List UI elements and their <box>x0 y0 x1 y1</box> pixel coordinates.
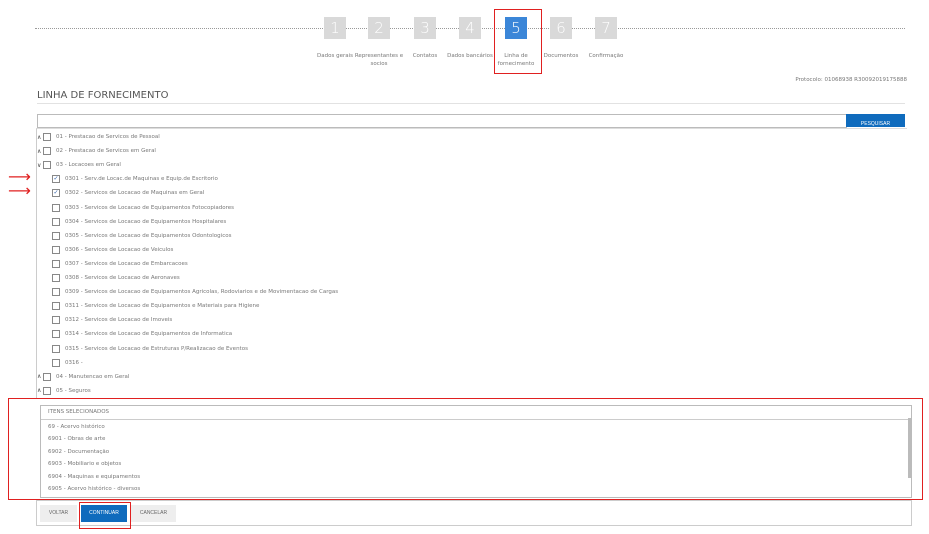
tree-item: ✓ 0302 - Servicos de Locacao de Maquinas … <box>52 188 204 198</box>
tree-item: ∧ 02 - Prestacao de Servicos em Geral <box>37 146 156 156</box>
annotation-highlight-continue <box>79 502 131 529</box>
tree-item: 0303 - Servicos de Locacao de Equipament… <box>52 203 234 213</box>
checkbox[interactable]: ✓ <box>52 189 60 198</box>
checkbox[interactable] <box>43 386 51 395</box>
checkbox[interactable] <box>52 274 60 282</box>
expand-icon[interactable]: ∧ <box>37 387 42 394</box>
tree-item: 0312 - Servicos de Locacao de Imoveis <box>52 315 172 325</box>
annotation-highlight-step <box>494 9 542 74</box>
tree-item: ∧ 05 - Seguros <box>37 386 91 396</box>
annotation-arrow-icon: ⟶ <box>8 181 31 200</box>
expand-icon[interactable]: ∧ <box>37 134 42 141</box>
tree-item-label: 0303 - Servicos de Locacao de Equipament… <box>65 204 234 211</box>
step-4[interactable]: 4 <box>459 17 481 39</box>
checkbox[interactable] <box>52 316 60 325</box>
tree-item: ✓ 0301 - Serv.de Locac.de Maquinas e Equi… <box>52 174 218 184</box>
tree-item: 0308 - Servicos de Locacao de Aeronaves <box>52 273 180 283</box>
checkbox[interactable] <box>52 245 60 254</box>
tree-item-label: 0314 - Servicos de Locacao de Equipament… <box>65 331 233 338</box>
tree-item-label: 0316 - <box>65 359 83 366</box>
checkbox[interactable] <box>52 288 60 297</box>
expand-icon[interactable]: ∧ <box>37 373 42 380</box>
step-7[interactable]: 7 <box>595 17 617 39</box>
checkbox[interactable] <box>52 231 60 240</box>
tree-item: 0307 - Servicos de Locacao de Embarcacoe… <box>52 259 188 269</box>
step-6[interactable]: 6 <box>550 17 572 39</box>
back-button[interactable]: VOLTAR <box>40 505 77 522</box>
tree-item-label: 0315 - Servicos de Locacao de Estruturas… <box>65 345 248 352</box>
tree-item-label: 02 - Prestacao de Servicos em Geral <box>56 148 156 155</box>
step-1[interactable]: 1 <box>324 17 346 39</box>
tree-item-label: 03 - Locacoes em Geral <box>56 162 121 169</box>
checkbox[interactable] <box>43 372 51 381</box>
tree-item: 0315 - Servicos de Locacao de Estruturas… <box>52 344 248 354</box>
tree-item: ∧ 01 - Prestacao de Servicos de Pessoal <box>37 132 160 142</box>
tree-item-label: 0305 - Servicos de Locacao de Equipament… <box>65 232 232 239</box>
tree-item-label: 05 - Seguros <box>56 387 91 394</box>
tree-item-label: 04 - Manutencao em Geral <box>56 373 130 380</box>
search-input[interactable] <box>37 114 847 128</box>
tree-item: 0309 - Servicos de Locacao de Equipament… <box>52 287 338 297</box>
tree-item: ∧ 04 - Manutencao em Geral <box>37 372 129 382</box>
tree-item: 0304 - Servicos de Locacao de Equipament… <box>52 217 226 227</box>
divider <box>37 103 905 104</box>
checkbox[interactable] <box>52 358 60 367</box>
tree-item-label: 0307 - Servicos de Locacao de Embarcacoe… <box>65 260 188 267</box>
cancel-button[interactable]: CANCELAR <box>131 505 176 522</box>
tree-item-label: 0302 - Servicos de Locacao de Maquinas e… <box>65 190 205 197</box>
checkbox[interactable] <box>43 161 51 170</box>
tree-item-label: 0308 - Servicos de Locacao de Aeronaves <box>65 275 180 281</box>
tree-item: ∨ 03 - Locacoes em Geral <box>37 160 121 170</box>
tree-item-label: 0304 - Servicos de Locacao de Equipament… <box>65 218 227 225</box>
tree-item: 0305 - Servicos de Locacao de Equipament… <box>52 231 231 241</box>
tree-item-label: 0301 - Serv.de Locac.de Maquinas e Equip… <box>65 176 218 183</box>
step-label: Confirmação <box>588 53 624 59</box>
checkbox[interactable] <box>52 330 60 339</box>
checkbox[interactable] <box>52 344 60 353</box>
tree-item: 0316 - <box>52 358 83 368</box>
tree-item: 0306 - Servicos de Locacao de Veiculos <box>52 245 173 255</box>
checkbox[interactable] <box>52 203 60 212</box>
expand-icon[interactable]: ∧ <box>37 148 42 155</box>
supply-line-tree: ∧ 01 - Prestacao de Servicos de Pessoal ∧ 0… <box>36 128 907 399</box>
step-3[interactable]: 3 <box>414 17 436 39</box>
checkbox[interactable] <box>43 133 51 141</box>
page-title: LINHA DE FORNECIMENTO <box>37 90 169 101</box>
checkbox[interactable] <box>52 259 60 268</box>
protocol-number: Protocolo: 01068938 R30092019175888 <box>795 77 907 83</box>
tree-item: 0314 - Servicos de Locacao de Equipament… <box>52 329 232 339</box>
tree-item: 0311 - Servicos de Locacao de Equipament… <box>52 301 259 311</box>
checkbox[interactable] <box>52 302 60 311</box>
tree-item-label: 01 - Prestacao de Servicos de Pessoal <box>56 134 160 140</box>
search-button[interactable]: PESQUISAR <box>846 114 905 127</box>
step-2[interactable]: 2 <box>368 17 390 39</box>
checkbox[interactable] <box>52 217 60 226</box>
tree-item-label: 0311 - Servicos de Locacao de Equipament… <box>65 303 260 310</box>
checkbox[interactable]: ✓ <box>52 175 60 184</box>
tree-item-label: 0312 - Servicos de Locacao de Imoveis <box>65 317 173 324</box>
tree-item-label: 0309 - Servicos de Locacao de Equipament… <box>65 289 339 296</box>
collapse-icon[interactable]: ∨ <box>37 162 42 169</box>
annotation-highlight-selected <box>8 398 923 500</box>
checkbox[interactable] <box>43 147 51 156</box>
tree-item-label: 0306 - Servicos de Locacao de Veiculos <box>65 246 174 253</box>
